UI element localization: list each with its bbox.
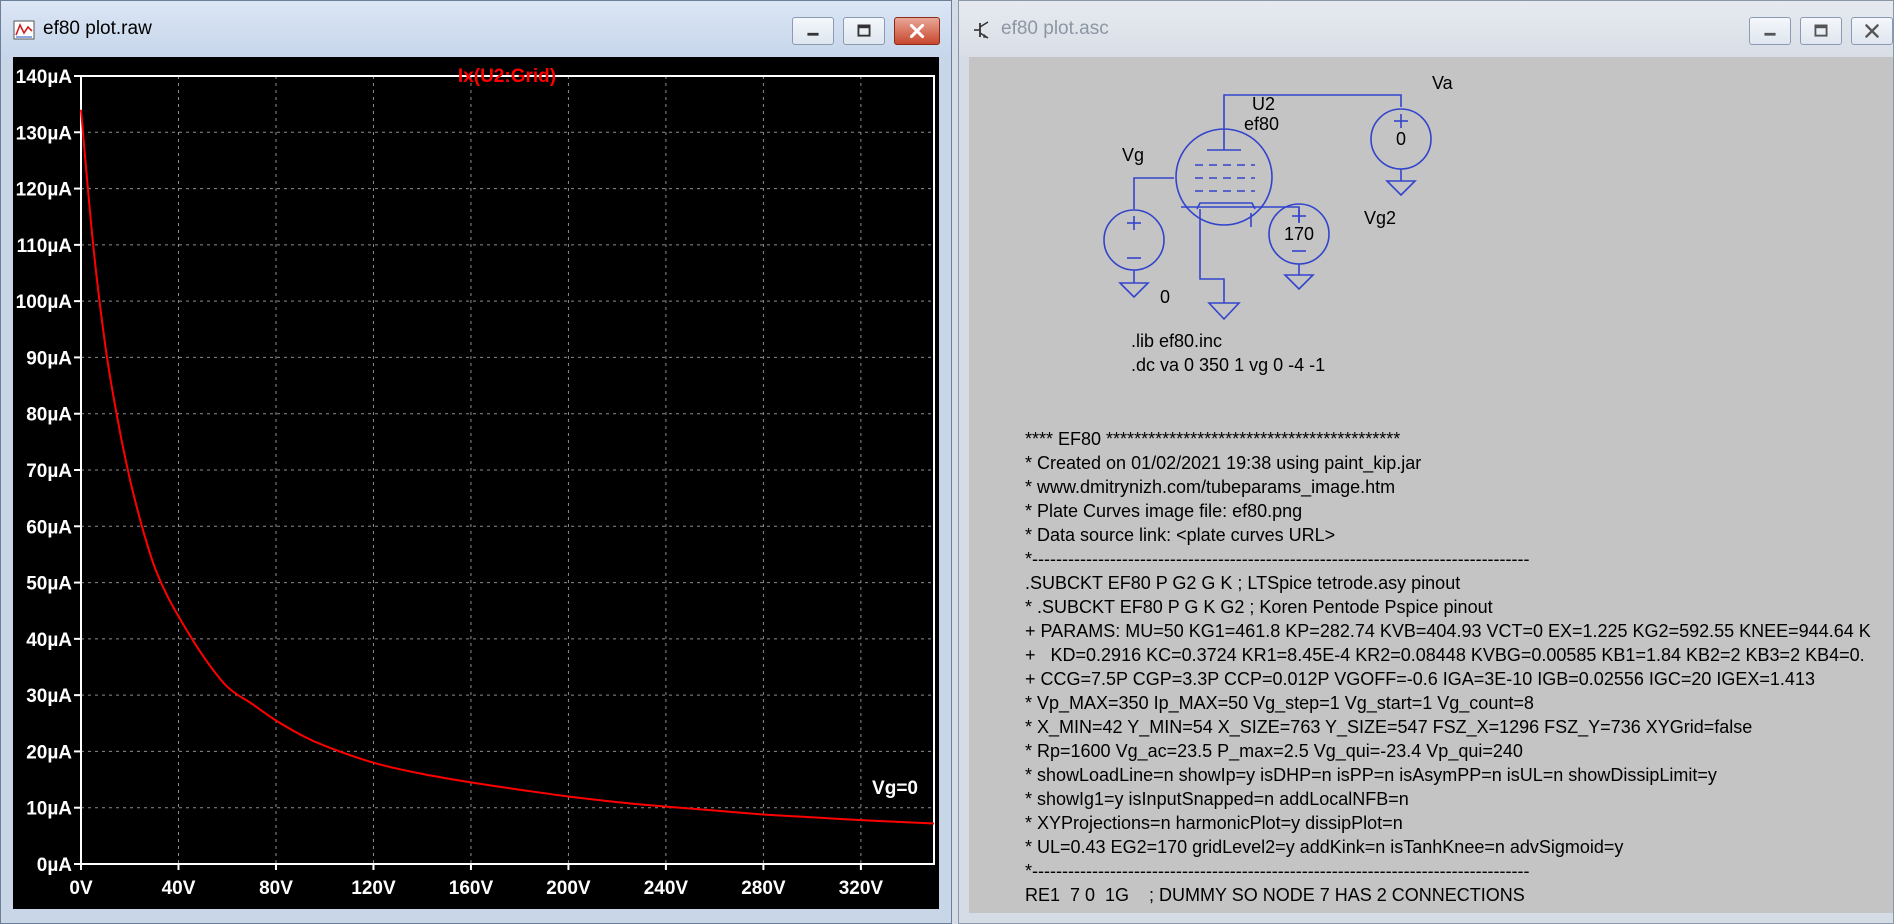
y-tick-label: 80µA (26, 405, 72, 426)
y-tick-label: 60µA (26, 517, 72, 538)
x-tick-label: 160V (449, 878, 494, 899)
vg-source-value[interactable]: 0 (1160, 287, 1170, 307)
plot-area[interactable]: 0V 40V 80V 120V 160V 200V 240V 280V 320V 0µA 10µA 2… (13, 57, 939, 909)
netlist-text-block[interactable]: **** EF80 ******************************… (1025, 427, 1871, 907)
wire-cathode-to-ground[interactable] (1199, 259, 1225, 303)
vg2-source-value[interactable]: 170 (1284, 224, 1314, 244)
dc-directive[interactable]: .dc va 0 350 1 vg 0 -4 -1 (1131, 355, 1325, 375)
netlist-line[interactable]: * Vp_MAX=350 Ip_MAX=50 Vg_step=1 Vg_star… (1025, 691, 1871, 715)
y-tick-label: 100µA (16, 292, 73, 313)
netlist-line[interactable]: * Rp=1600 Vg_ac=23.5 P_max=2.5 Vg_qui=-2… (1025, 739, 1871, 763)
curve-annotation: Vg=0 (872, 778, 918, 799)
netlist-line[interactable]: * Data source link: <plate curves URL> (1025, 523, 1871, 547)
trace-label[interactable]: Ix(U2:Grid) (458, 66, 556, 87)
y-tick-label: 50µA (26, 574, 72, 595)
x-tick-label: 120V (351, 878, 396, 899)
voltage-source-vg2[interactable] (1268, 203, 1330, 291)
netlist-line[interactable]: + PARAMS: MU=50 KG1=461.8 KP=282.74 KVB=… (1025, 619, 1871, 643)
plot-window[interactable]: ef80 plot.raw 0V 40V 80V 120V 160V 200V 240V 28… (0, 0, 952, 924)
y-tick-label: 40µA (26, 630, 72, 651)
vg-source-label[interactable]: Vg (1122, 145, 1144, 165)
schematic-window-title: ef80 plot.asc (1001, 18, 1109, 39)
maximize-icon (1814, 24, 1828, 37)
voltage-source-vg[interactable] (1103, 209, 1165, 299)
y-tick-label: 130µA (16, 123, 73, 144)
y-tick-label: 140µA (16, 67, 73, 88)
schematic-canvas[interactable]: U2 ef80 Va 0 Vg 0 Vg2 170 .lib ef80.inc … (969, 57, 1893, 913)
close-icon (909, 23, 925, 39)
minimize-icon (1764, 32, 1776, 36)
netlist-line[interactable]: **** EF80 ******************************… (1025, 427, 1871, 451)
netlist-line[interactable]: * XYProjections=n harmonicPlot=y dissipP… (1025, 811, 1871, 835)
wire-grid-to-vg[interactable] (1133, 177, 1174, 209)
schematic-window[interactable]: ef80 plot.asc U2 ef80 Va 0 Vg 0 Vg2 170 … (958, 0, 1894, 924)
maximize-button[interactable] (843, 17, 885, 45)
plot-window-titlebar[interactable]: ef80 plot.raw (1, 1, 951, 57)
plot-window-title: ef80 plot.raw (43, 18, 152, 39)
tube-u2-symbol[interactable] (1175, 117, 1273, 259)
x-tick-label: 320V (839, 878, 884, 899)
waveform-chart[interactable]: 0V 40V 80V 120V 160V 200V 240V 280V 320V 0µA 10µA 2… (13, 57, 939, 909)
lib-directive[interactable]: .lib ef80.inc (1131, 331, 1222, 351)
netlist-line[interactable]: * www.dmitrynizh.com/tubeparams_image.ht… (1025, 475, 1871, 499)
netlist-line[interactable]: + CCG=7.5P CGP=3.3P CCP=0.012P VGOFF=-0.… (1025, 667, 1871, 691)
x-tick-label: 80V (259, 878, 293, 899)
ground-symbol-cathode (1207, 302, 1241, 321)
vg2-source-label[interactable]: Vg2 (1364, 208, 1396, 228)
waveform-app-icon (13, 20, 35, 40)
netlist-line[interactable]: * Created on 01/02/2021 19:38 using pain… (1025, 451, 1871, 475)
close-button[interactable] (894, 17, 940, 45)
netlist-line[interactable]: * showIg1=y isInputSnapped=n addLocalNFB… (1025, 787, 1871, 811)
y-tick-label: 20µA (26, 742, 72, 763)
x-tick-label: 240V (644, 878, 689, 899)
netlist-line[interactable]: * X_MIN=42 Y_MIN=54 X_SIZE=763 Y_SIZE=54… (1025, 715, 1871, 739)
tube-model-label[interactable]: ef80 (1244, 114, 1279, 134)
voltage-source-va[interactable] (1370, 108, 1432, 197)
y-tick-label: 120µA (16, 180, 73, 201)
y-tick-label: 0µA (37, 855, 73, 876)
x-tick-label: 0V (69, 878, 93, 899)
y-tick-label: 10µA (26, 799, 72, 820)
netlist-line[interactable]: .SUBCKT EF80 P G2 G K ; LTSpice tetrode.… (1025, 571, 1871, 595)
close-icon (1865, 24, 1879, 38)
tube-reference-label[interactable]: U2 (1252, 94, 1275, 114)
netlist-line[interactable]: * Plate Curves image file: ef80.png (1025, 499, 1871, 523)
netlist-line[interactable]: *---------------------------------------… (1025, 547, 1871, 571)
schematic-maximize-button[interactable] (1800, 17, 1842, 45)
netlist-line[interactable]: *---------------------------------------… (1025, 859, 1871, 883)
x-tick-label: 280V (741, 878, 786, 899)
y-tick-label: 30µA (26, 686, 72, 707)
minimize-icon (807, 32, 819, 36)
schematic-close-button[interactable] (1851, 17, 1893, 45)
netlist-line[interactable]: + KD=0.2916 KC=0.3724 KR1=8.45E-4 KR2=0.… (1025, 643, 1871, 667)
x-tick-label: 40V (162, 878, 196, 899)
y-tick-label: 110µA (17, 236, 73, 257)
minimize-button[interactable] (792, 17, 834, 45)
netlist-line[interactable]: * .SUBCKT EF80 P G K G2 ; Koren Pentode … (1025, 595, 1871, 619)
x-tick-label: 200V (546, 878, 591, 899)
netlist-line[interactable]: * UL=0.43 EG2=170 gridLevel2=y addKink=n… (1025, 835, 1871, 859)
maximize-icon (857, 24, 871, 37)
va-source-value[interactable]: 0 (1396, 129, 1406, 149)
schematic-minimize-button[interactable] (1749, 17, 1791, 45)
schematic-window-titlebar[interactable]: ef80 plot.asc (959, 1, 1893, 57)
plot-background (13, 57, 939, 909)
y-tick-label: 90µA (26, 348, 72, 369)
y-tick-label: 70µA (26, 461, 72, 482)
transistor-app-icon (974, 21, 989, 39)
netlist-line[interactable]: * showLoadLine=n showIp=y isDHP=n isPP=n… (1025, 763, 1871, 787)
netlist-line[interactable]: RE1 7 0 1G ; DUMMY SO NODE 7 HAS 2 CONNE… (1025, 883, 1871, 907)
va-source-label[interactable]: Va (1432, 73, 1454, 93)
